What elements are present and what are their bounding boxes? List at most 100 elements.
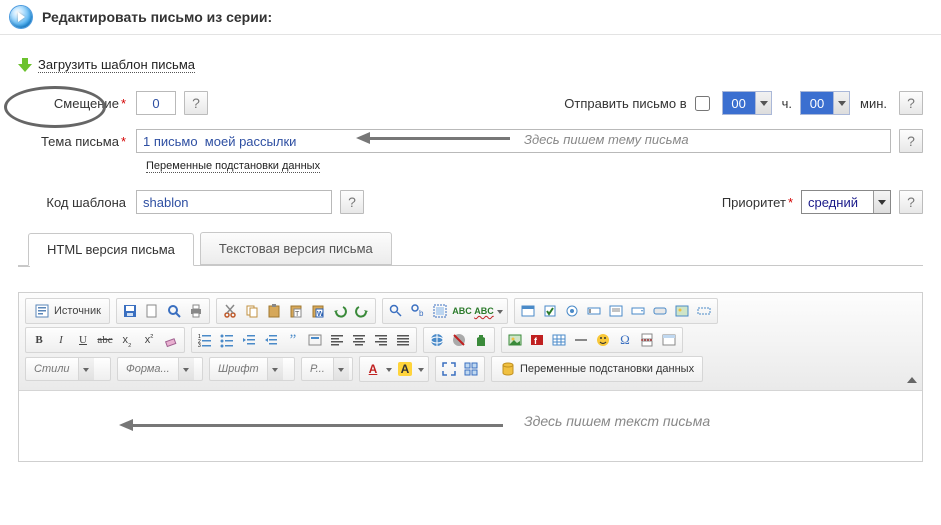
newpage-button[interactable]: [141, 300, 163, 322]
superscript-button[interactable]: x²: [138, 329, 160, 351]
paste-text-button[interactable]: T: [285, 300, 307, 322]
italic-button[interactable]: I: [50, 329, 72, 351]
editor-body[interactable]: Здесь пишем текст письма: [19, 391, 922, 461]
font-combo[interactable]: Шрифт: [209, 357, 295, 381]
offset-input[interactable]: [136, 91, 176, 115]
chevron-down-icon: [873, 191, 890, 213]
subject-vars-link[interactable]: Переменные подстановки данных: [146, 160, 320, 173]
template-code-input[interactable]: [136, 190, 332, 214]
anchor-button[interactable]: [470, 329, 492, 351]
paste-word-button[interactable]: W: [307, 300, 329, 322]
checkbox-btn[interactable]: [539, 300, 561, 322]
format-combo[interactable]: Форма...: [117, 357, 203, 381]
subscript-button[interactable]: x₂: [116, 329, 138, 351]
priority-select[interactable]: средний: [801, 190, 891, 214]
bold-button[interactable]: B: [28, 329, 50, 351]
bgcolor-button[interactable]: A: [394, 358, 416, 380]
priority-help-button[interactable]: ?: [899, 190, 923, 214]
paste-button[interactable]: [263, 300, 285, 322]
offset-help-button[interactable]: ?: [184, 91, 208, 115]
iframe-button[interactable]: [658, 329, 680, 351]
send-help-button[interactable]: ?: [899, 91, 923, 115]
toolbar-collapse-button[interactable]: [906, 374, 918, 386]
flash-button[interactable]: f: [526, 329, 548, 351]
pagebreak-button[interactable]: [636, 329, 658, 351]
blockquote-button[interactable]: ”: [282, 329, 304, 351]
showblocks-button[interactable]: [460, 358, 482, 380]
textarea-btn[interactable]: [605, 300, 627, 322]
selectall-button[interactable]: [429, 300, 451, 322]
find-button[interactable]: [385, 300, 407, 322]
underline-button[interactable]: U: [72, 329, 94, 351]
button-btn[interactable]: [649, 300, 671, 322]
spellcheck-dropdown[interactable]: [495, 300, 505, 322]
spellcheck-button[interactable]: ABC: [451, 300, 473, 322]
checkbox-icon: [542, 303, 558, 319]
load-template-link[interactable]: Загрузить шаблон письма: [38, 57, 195, 73]
svg-text:3: 3: [198, 343, 201, 348]
indent-button[interactable]: [260, 329, 282, 351]
specialchar-button[interactable]: Ω: [614, 329, 636, 351]
unlink-button[interactable]: [448, 329, 470, 351]
radio-btn[interactable]: [561, 300, 583, 322]
align-right-button[interactable]: [370, 329, 392, 351]
form-area: Загрузить шаблон письма Смещение* ? Отпр…: [0, 35, 941, 266]
undo-icon: [332, 303, 348, 319]
subject-label-wrap: Тема письма*: [18, 134, 136, 149]
table-button[interactable]: [548, 329, 570, 351]
tab-text-version[interactable]: Текстовая версия письма: [200, 232, 392, 265]
align-justify-button[interactable]: [392, 329, 414, 351]
chevron-down-icon: [333, 358, 349, 380]
textcolor-button[interactable]: A: [362, 358, 384, 380]
undo-button[interactable]: [329, 300, 351, 322]
source-button[interactable]: Источник: [28, 300, 107, 322]
priority-label: Приоритет: [722, 195, 786, 210]
hr-icon: [573, 332, 589, 348]
print-button[interactable]: [185, 300, 207, 322]
strike-button[interactable]: abc: [94, 329, 116, 351]
hr-button[interactable]: [570, 329, 592, 351]
imagebutton-btn[interactable]: [671, 300, 693, 322]
template-code-help-button[interactable]: ?: [340, 190, 364, 214]
vars-button[interactable]: Переменные подстановки данных: [494, 358, 700, 380]
subject-help-button[interactable]: ?: [899, 129, 923, 153]
removeformat-button[interactable]: [160, 329, 182, 351]
maximize-button[interactable]: [438, 358, 460, 380]
save-button[interactable]: [119, 300, 141, 322]
preview-button[interactable]: [163, 300, 185, 322]
tab-html-version[interactable]: HTML версия письма: [28, 233, 194, 266]
bgcolor-dropdown[interactable]: [416, 358, 426, 380]
textcolor-dropdown[interactable]: [384, 358, 394, 380]
copy-button[interactable]: [241, 300, 263, 322]
replace-button[interactable]: b: [407, 300, 429, 322]
align-left-button[interactable]: [326, 329, 348, 351]
link-button[interactable]: [426, 329, 448, 351]
size-combo[interactable]: Р...: [301, 357, 353, 381]
form-icon: [520, 303, 536, 319]
styles-combo[interactable]: Стили: [25, 357, 111, 381]
image-button[interactable]: [504, 329, 526, 351]
spellcheck-toggle-button[interactable]: ABС: [473, 300, 495, 322]
form-button[interactable]: [517, 300, 539, 322]
unlink-icon: [451, 332, 467, 348]
subject-input[interactable]: [136, 129, 891, 153]
outdent-icon: [241, 332, 257, 348]
send-enable-checkbox[interactable]: [695, 96, 710, 111]
redo-button[interactable]: [351, 300, 373, 322]
smiley-button[interactable]: [592, 329, 614, 351]
textfield-btn[interactable]: [583, 300, 605, 322]
send-minutes-select[interactable]: 00: [800, 91, 850, 115]
div-button[interactable]: [304, 329, 326, 351]
select-btn[interactable]: [627, 300, 649, 322]
scissors-icon: [222, 303, 238, 319]
textarea-icon: [608, 303, 624, 319]
numlist-button[interactable]: 123: [194, 329, 216, 351]
align-center-button[interactable]: [348, 329, 370, 351]
cut-button[interactable]: [219, 300, 241, 322]
hidden-icon: [696, 303, 712, 319]
bullist-button[interactable]: [216, 329, 238, 351]
send-hours-select[interactable]: 00: [722, 91, 772, 115]
textfield-icon: [586, 303, 602, 319]
hidden-btn[interactable]: [693, 300, 715, 322]
outdent-button[interactable]: [238, 329, 260, 351]
